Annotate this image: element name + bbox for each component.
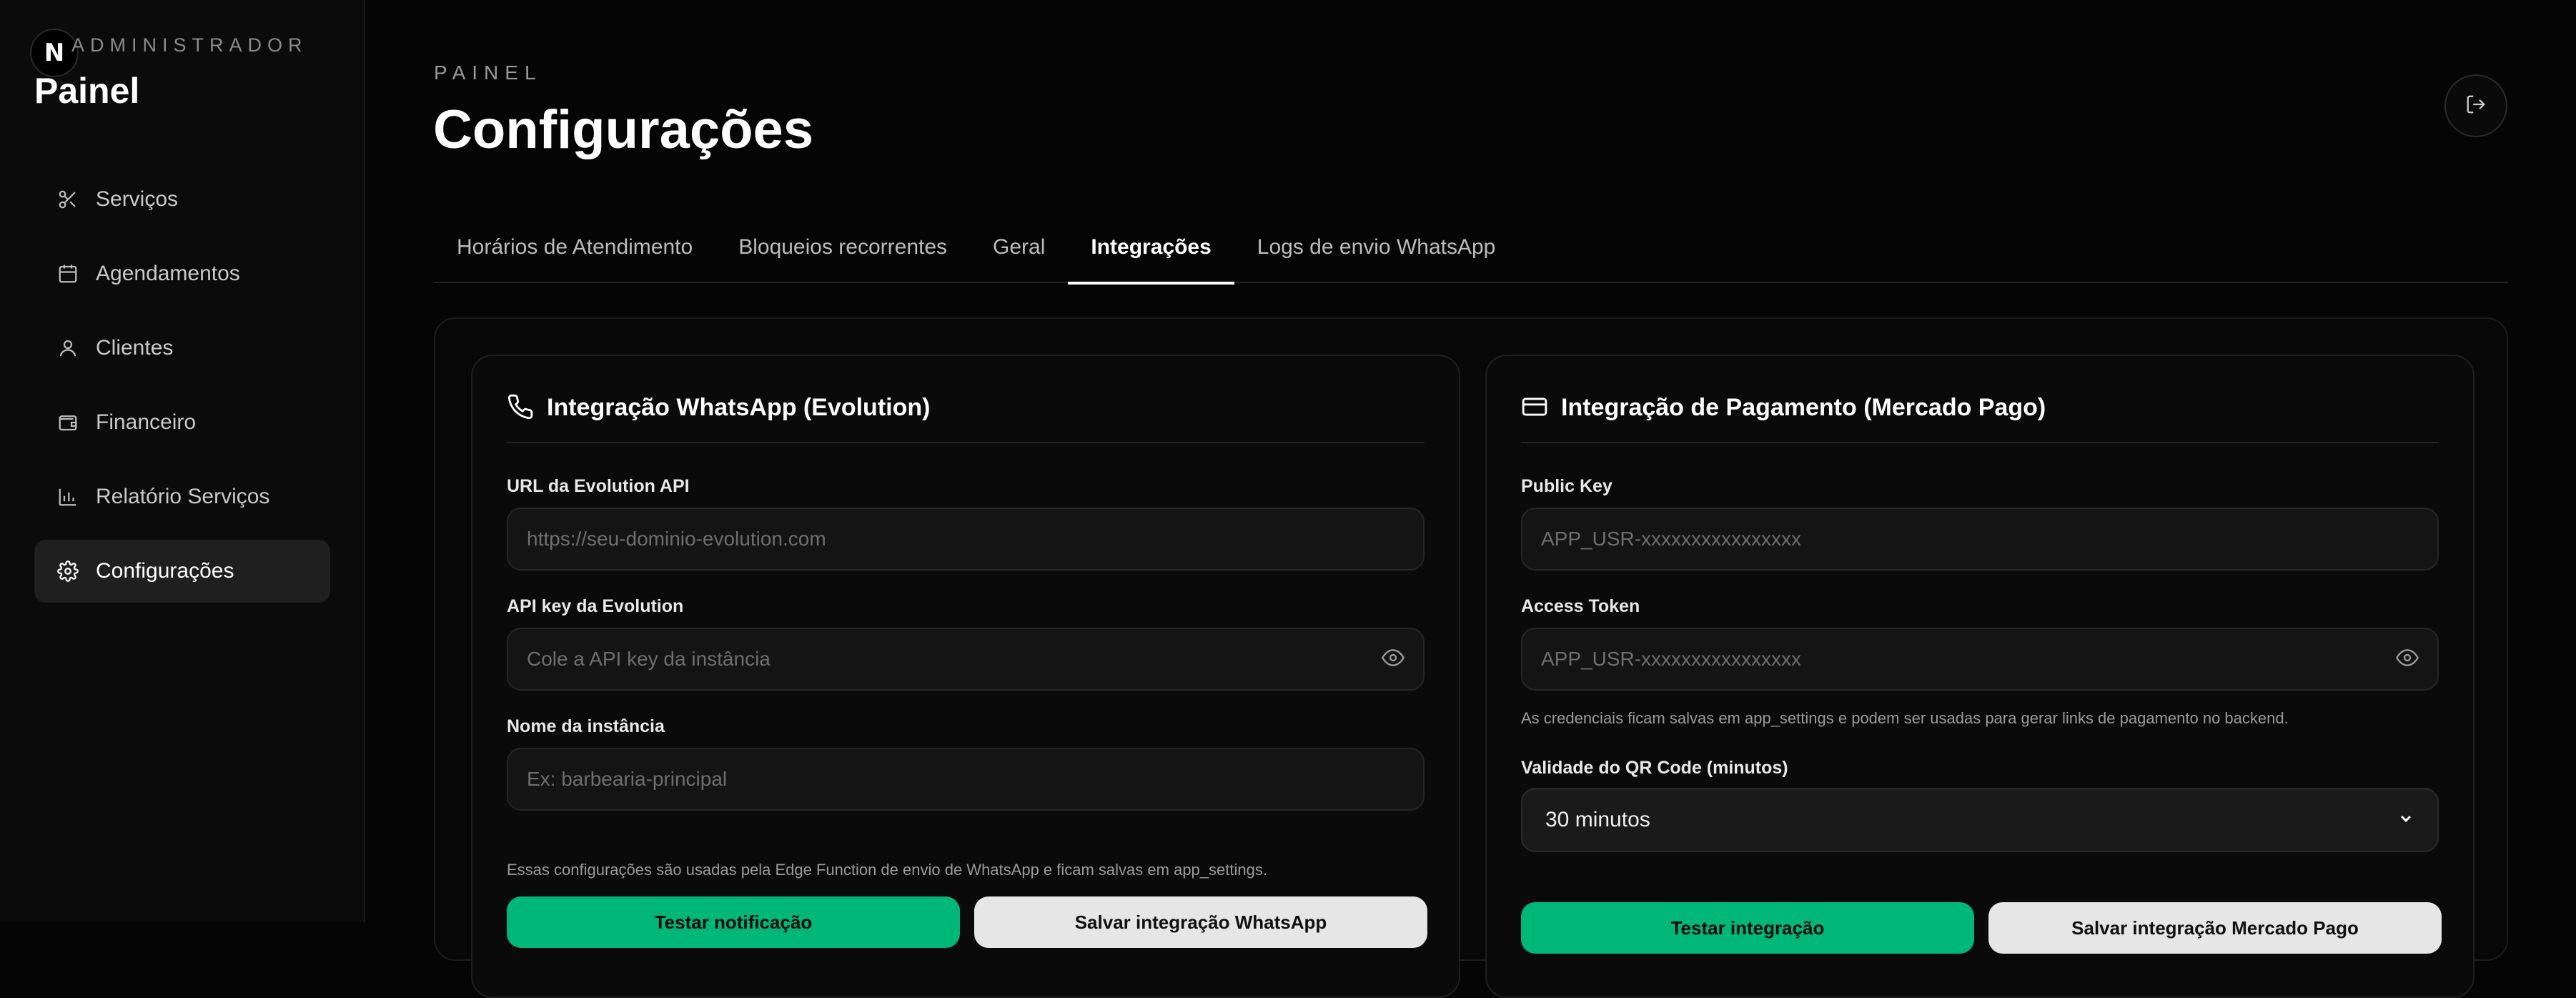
qr-validity-label: Validade do QR Code (minutos) bbox=[1521, 758, 1788, 778]
logout-button[interactable] bbox=[2444, 74, 2507, 137]
url-label: URL da Evolution API bbox=[507, 476, 690, 496]
qr-validity-select[interactable]: 30 minutos bbox=[1521, 788, 2439, 852]
tab-bloqueios-recorrentes[interactable]: Bloqueios recorrentes bbox=[715, 212, 970, 283]
page-eyebrow: PAINEL bbox=[434, 61, 543, 84]
bar-chart-icon bbox=[57, 486, 79, 508]
payment-integration-card: Integração de Pagamento (Mercado Pago) P… bbox=[1485, 355, 2475, 998]
integrations-panel: Integração WhatsApp (Evolution) URL da E… bbox=[434, 317, 2508, 998]
apikey-label: API key da Evolution bbox=[507, 596, 684, 616]
sidebar-item-label: Serviços bbox=[96, 187, 179, 211]
eye-icon[interactable] bbox=[2395, 646, 2419, 673]
page-title: Configurações bbox=[433, 99, 814, 160]
payment-hint: As credenciais ficam salvas em app_setti… bbox=[1521, 709, 2289, 727]
wallet-icon bbox=[57, 412, 79, 433]
sidebar-item-label: Clientes bbox=[96, 336, 174, 360]
sidebar-item-agendamentos[interactable]: Agendamentos bbox=[34, 242, 330, 305]
gear-icon bbox=[57, 560, 79, 582]
sidebar-item-configuracoes[interactable]: Configurações bbox=[34, 540, 330, 603]
sidebar-item-label: Relatório Serviços bbox=[96, 485, 270, 508]
tab-logs-whatsapp[interactable]: Logs de envio WhatsApp bbox=[1234, 212, 1519, 283]
settings-tabs: Horários de Atendimento Bloqueios recorr… bbox=[434, 212, 2508, 285]
save-whatsapp-button[interactable]: Salvar integração WhatsApp bbox=[974, 896, 1427, 948]
instance-input[interactable] bbox=[527, 768, 1405, 791]
whatsapp-hint: Essas configurações são usadas pela Edge… bbox=[507, 861, 1267, 879]
credit-card-icon bbox=[1521, 393, 1561, 424]
test-notification-button[interactable]: Testar notificação bbox=[507, 896, 960, 948]
whatsapp-integration-card: Integração WhatsApp (Evolution) URL da E… bbox=[471, 355, 1460, 998]
logout-icon bbox=[2465, 94, 2487, 119]
public-key-field[interactable] bbox=[1521, 508, 2439, 570]
sidebar-item-label: Financeiro bbox=[96, 410, 197, 434]
phone-icon bbox=[507, 393, 547, 424]
tab-geral[interactable]: Geral bbox=[970, 212, 1068, 283]
apikey-field[interactable] bbox=[507, 628, 1425, 691]
sidebar-item-clientes[interactable]: Clientes bbox=[34, 317, 330, 380]
access-token-input[interactable] bbox=[1541, 648, 2396, 671]
card-header: Integração WhatsApp (Evolution) bbox=[507, 393, 1425, 443]
sidebar-nav: Serviços Agendamentos Clientes Financeir… bbox=[34, 168, 330, 614]
admin-label: ADMINISTRADOR bbox=[71, 34, 308, 56]
user-icon bbox=[57, 337, 79, 359]
sidebar-item-label: Configurações bbox=[96, 559, 234, 583]
public-key-label: Public Key bbox=[1521, 476, 1613, 496]
scissors-icon bbox=[57, 189, 79, 210]
sidebar-item-relatorio-servicos[interactable]: Relatório Serviços bbox=[34, 465, 330, 528]
sidebar-item-label: Agendamentos bbox=[96, 262, 240, 285]
public-key-input[interactable] bbox=[1541, 528, 2419, 550]
access-token-label: Access Token bbox=[1521, 596, 1640, 616]
calendar-icon bbox=[57, 263, 79, 285]
sidebar-item-servicos[interactable]: Serviços bbox=[34, 168, 330, 231]
card-title: Integração de Pagamento (Mercado Pago) bbox=[1561, 394, 2046, 421]
chevron-down-icon bbox=[2397, 810, 2414, 831]
sidebar: N ADMINISTRADOR Painel Serviços Agendame… bbox=[0, 0, 365, 922]
eye-icon[interactable] bbox=[1381, 646, 1405, 673]
access-token-field[interactable] bbox=[1521, 628, 2439, 691]
tab-horarios-atendimento[interactable]: Horários de Atendimento bbox=[434, 212, 715, 283]
card-title: Integração WhatsApp (Evolution) bbox=[547, 394, 931, 421]
qr-validity-value: 30 minutos bbox=[1545, 808, 1650, 831]
tab-integracoes[interactable]: Integrações bbox=[1068, 212, 1235, 285]
test-integration-button[interactable]: Testar integração bbox=[1521, 902, 1974, 954]
instance-field[interactable] bbox=[507, 748, 1425, 811]
apikey-input[interactable] bbox=[527, 648, 1382, 671]
save-mercadopago-button[interactable]: Salvar integração Mercado Pago bbox=[1988, 902, 2442, 954]
instance-label: Nome da instância bbox=[507, 716, 665, 736]
url-field[interactable] bbox=[507, 508, 1425, 570]
card-header: Integração de Pagamento (Mercado Pago) bbox=[1521, 393, 2439, 443]
url-input[interactable] bbox=[527, 528, 1405, 550]
sidebar-item-financeiro[interactable]: Financeiro bbox=[34, 391, 330, 454]
sidebar-title: Painel bbox=[34, 71, 140, 111]
